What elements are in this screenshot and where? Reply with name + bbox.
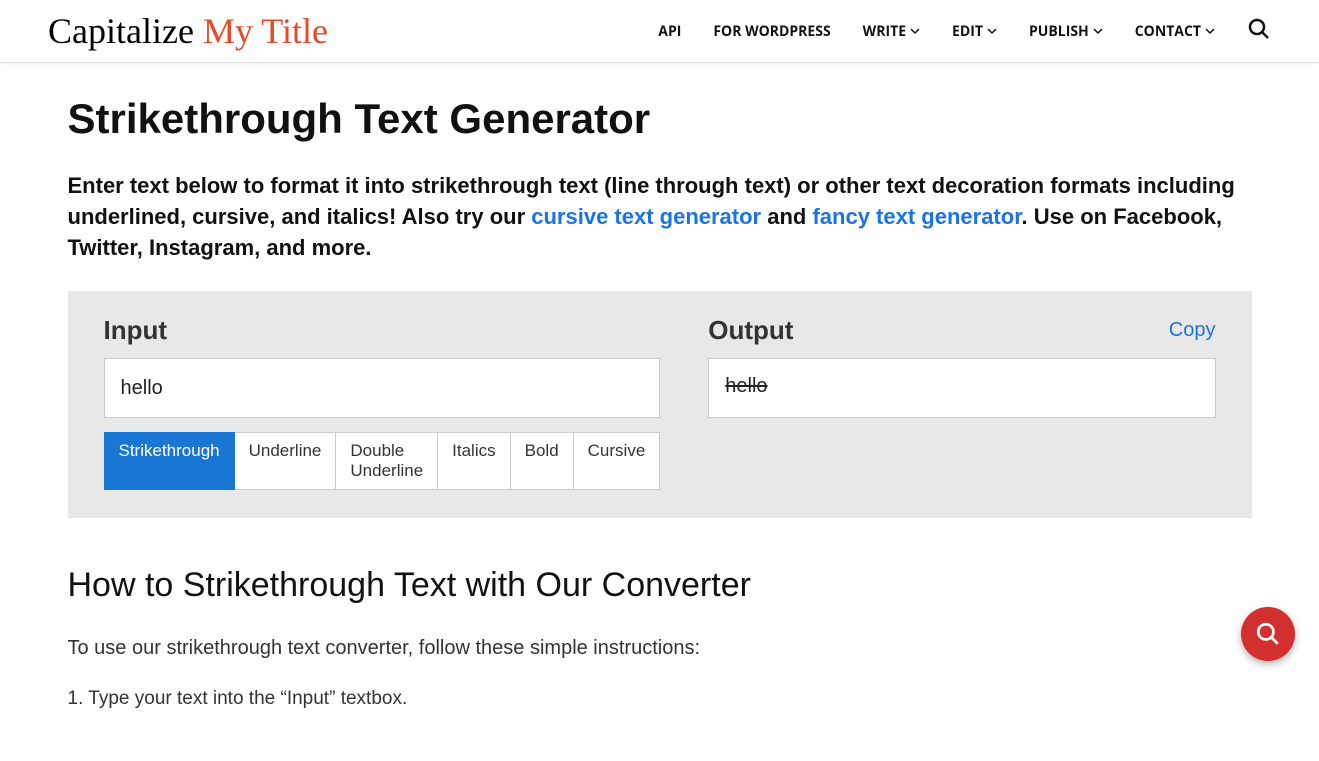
intro-paragraph: Enter text below to format it into strik… [68, 171, 1252, 263]
cursive-generator-link[interactable]: cursive text generator [531, 204, 761, 229]
nav-search[interactable] [1247, 17, 1271, 46]
logo-part1: Capitalize [48, 11, 203, 51]
nav-label: WRITE [863, 22, 906, 41]
search-icon [1247, 17, 1271, 41]
site-logo[interactable]: Capitalize My Title [48, 10, 328, 52]
input-header: Input [104, 315, 661, 346]
main-nav: API FOR WORDPRESS WRITE EDIT PUBLISH CON… [658, 17, 1271, 46]
floating-search-button[interactable] [1241, 607, 1295, 661]
tab-italics[interactable]: Italics [438, 432, 510, 490]
main-content: Strikethrough Text Generator Enter text … [20, 95, 1300, 710]
page-title: Strikethrough Text Generator [68, 95, 1252, 143]
nav-contact[interactable]: CONTACT [1135, 22, 1215, 41]
nav-label: API [658, 22, 681, 41]
output-label: Output [708, 315, 793, 346]
output-value: hello [725, 375, 767, 397]
chevron-down-icon [1093, 26, 1103, 36]
nav-edit[interactable]: EDIT [952, 22, 997, 41]
nav-label: CONTACT [1135, 22, 1201, 41]
site-header: Capitalize My Title API FOR WORDPRESS WR… [0, 0, 1319, 63]
chevron-down-icon [910, 26, 920, 36]
intro-text: and [761, 204, 812, 229]
nav-publish[interactable]: PUBLISH [1029, 22, 1103, 41]
tab-cursive[interactable]: Cursive [574, 432, 661, 490]
chevron-down-icon [987, 26, 997, 36]
output-column: Output Copy hello [708, 315, 1215, 490]
nav-write[interactable]: WRITE [863, 22, 920, 41]
output-header: Output Copy [708, 315, 1215, 346]
tab-bold[interactable]: Bold [511, 432, 574, 490]
howto-intro: To use our strikethrough text converter,… [68, 633, 768, 664]
nav-label: EDIT [952, 22, 983, 41]
format-tabs: Strikethrough Underline Double Underline… [104, 432, 661, 490]
nav-api[interactable]: API [658, 22, 681, 41]
copy-button[interactable]: Copy [1169, 319, 1216, 342]
chevron-down-icon [1205, 26, 1215, 36]
converter-panel: Input Strikethrough Underline Double Und… [68, 291, 1252, 518]
tab-strikethrough[interactable]: Strikethrough [104, 432, 235, 490]
tab-double-underline[interactable]: Double Underline [336, 432, 438, 490]
nav-wordpress[interactable]: FOR WORDPRESS [713, 22, 830, 41]
nav-label: FOR WORDPRESS [713, 22, 830, 41]
output-textbox[interactable]: hello [708, 358, 1215, 418]
howto-step-1: 1. Type your text into the “Input” textb… [68, 688, 1252, 710]
search-icon [1255, 621, 1281, 647]
fancy-generator-link[interactable]: fancy text generator [812, 204, 1021, 229]
logo-part2: My Title [203, 11, 328, 51]
nav-label: PUBLISH [1029, 22, 1089, 41]
input-textbox[interactable] [104, 358, 661, 418]
input-column: Input Strikethrough Underline Double Und… [104, 315, 661, 490]
tab-underline[interactable]: Underline [235, 432, 337, 490]
howto-title: How to Strikethrough Text with Our Conve… [68, 566, 1252, 605]
input-label: Input [104, 315, 168, 346]
